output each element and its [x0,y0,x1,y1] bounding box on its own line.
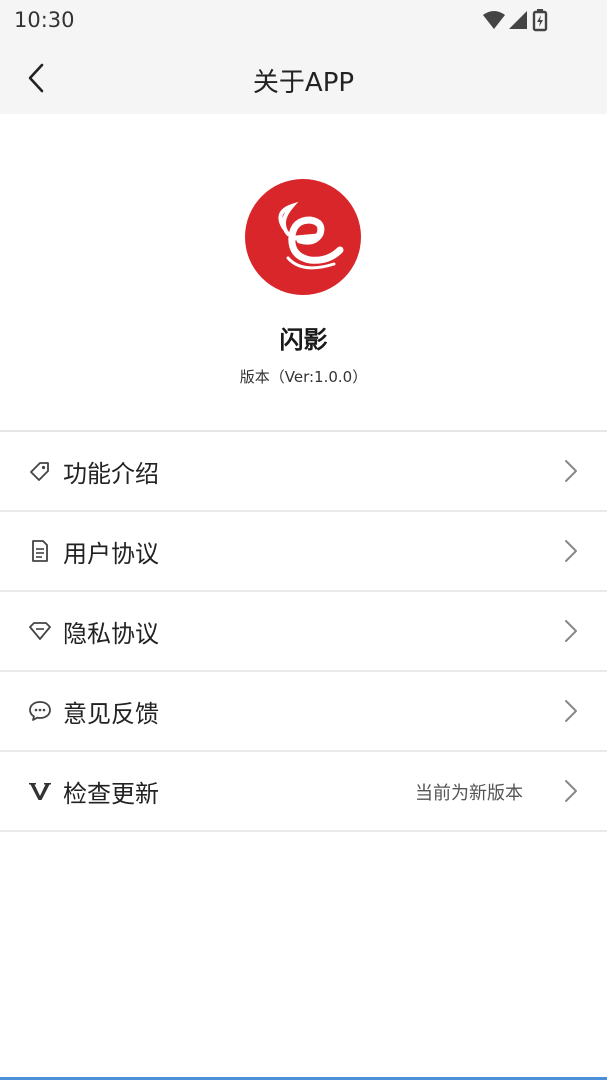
app-logo [244,178,362,296]
app-name: 闪影 [279,326,328,354]
app-version: 版本（Ver:1.0.0） [239,368,368,386]
menu-item-label: 功能介绍 [63,460,159,488]
update-status-text: 当前为新版本 [415,783,523,804]
chevron-right-icon [565,700,577,722]
v-icon [28,779,52,803]
page-title: 关于APP [252,68,355,98]
app-info-section: 闪影 版本（Ver:1.0.0） [0,114,607,430]
chevron-right-icon [565,620,577,642]
menu-item-user-agreement[interactable]: 用户协议 [0,512,607,592]
menu-item-features[interactable]: 功能介绍 [0,432,607,512]
chevron-right-icon [565,460,577,482]
menu-item-label: 隐私协议 [63,620,159,648]
menu-item-feedback[interactable]: 意见反馈 [0,672,607,752]
menu-item-privacy-policy[interactable]: 隐私协议 [0,592,607,672]
tag-icon [28,459,52,483]
chevron-right-icon [565,540,577,562]
chat-bubble-icon [28,699,52,723]
menu-item-label: 意见反馈 [63,700,159,728]
menu-item-label: 检查更新 [63,780,159,808]
document-icon [28,539,52,563]
menu-item-label: 用户协议 [63,540,159,568]
menu-item-check-update[interactable]: 检查更新 当前为新版本 [0,752,607,832]
battery-charging-icon [532,9,548,32]
chevron-right-icon [565,780,577,802]
status-time: 10:30 [14,8,75,32]
wifi-icon [483,11,505,29]
settings-menu: 功能介绍 用户协议 隐私协议 意见反馈 检查更新 当前为新版本 [0,430,607,832]
status-icons [483,9,563,33]
diamond-icon [28,619,52,643]
status-bar: 10:30 [0,0,607,42]
top-navbar: 关于APP [0,42,607,114]
cell-signal-icon [509,11,527,29]
